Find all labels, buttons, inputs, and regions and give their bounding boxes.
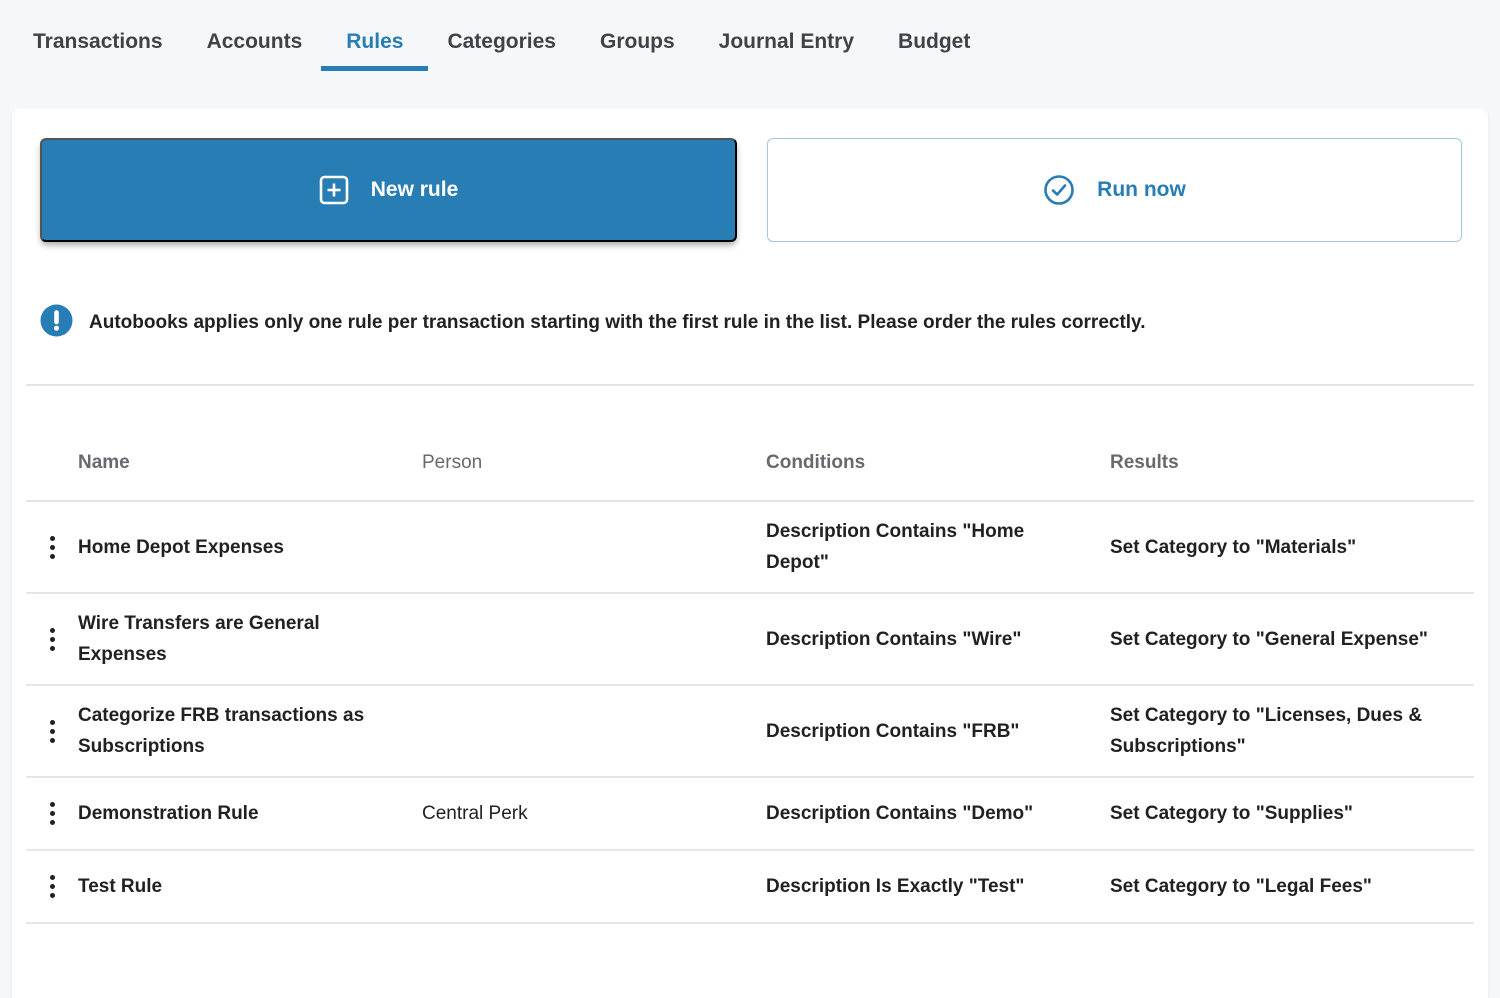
table-row[interactable]: Wire Transfers are General Expenses Desc… (26, 594, 1474, 686)
rule-results: Set Category to "Licenses, Dues & Subscr… (1110, 700, 1444, 762)
rule-results: Set Category to "Supplies" (1110, 798, 1444, 829)
run-now-label: Run now (1097, 178, 1186, 202)
plus-square-icon (319, 175, 349, 205)
tab-groups[interactable]: Groups (600, 30, 675, 87)
tab-journal-entry[interactable]: Journal Entry (719, 30, 854, 87)
top-tab-bar: Transactions Accounts Rules Categories G… (0, 0, 1500, 108)
rule-results: Set Category to "Materials" (1110, 532, 1444, 563)
drag-handle-icon[interactable] (42, 714, 63, 749)
rules-table: Name Person Conditions Results Home Depo… (26, 384, 1474, 924)
run-now-button[interactable]: Run now (767, 138, 1462, 242)
rule-conditions: Description Contains "Home Depot" (766, 516, 1110, 578)
rule-conditions: Description Contains "Wire" (766, 624, 1110, 655)
rule-name: Demonstration Rule (78, 798, 422, 829)
new-rule-button[interactable]: New rule (40, 138, 737, 242)
rule-name: Test Rule (78, 871, 422, 902)
check-circle-icon (1043, 174, 1075, 206)
tab-rules[interactable]: Rules (346, 30, 403, 87)
drag-handle-icon[interactable] (42, 869, 63, 904)
tab-budget[interactable]: Budget (898, 30, 970, 87)
info-exclamation-icon (40, 304, 73, 342)
rule-name: Wire Transfers are General Expenses (78, 608, 422, 670)
rule-conditions: Description Is Exactly "Test" (766, 871, 1110, 902)
header-person: Person (422, 452, 766, 474)
tab-accounts[interactable]: Accounts (207, 30, 303, 87)
rule-name: Categorize FRB transactions as Subscript… (78, 700, 422, 762)
table-row[interactable]: Home Depot Expenses Description Contains… (26, 502, 1474, 594)
header-results: Results (1110, 452, 1444, 474)
rules-table-header: Name Person Conditions Results (26, 384, 1474, 502)
drag-handle-icon[interactable] (42, 622, 63, 657)
header-conditions: Conditions (766, 452, 1110, 474)
drag-handle-icon[interactable] (42, 530, 63, 565)
new-rule-label: New rule (371, 178, 459, 202)
rule-name: Home Depot Expenses (78, 532, 422, 563)
table-row[interactable]: Test Rule Description Is Exactly "Test" … (26, 851, 1474, 924)
rule-conditions: Description Contains "Demo" (766, 798, 1110, 829)
rule-results: Set Category to "General Expense" (1110, 624, 1444, 655)
rules-order-notice: Autobooks applies only one rule per tran… (40, 306, 1488, 340)
notice-text: Autobooks applies only one rule per tran… (89, 312, 1146, 334)
rule-person: Central Perk (422, 798, 766, 829)
table-row[interactable]: Categorize FRB transactions as Subscript… (26, 686, 1474, 778)
tab-transactions[interactable]: Transactions (33, 30, 163, 87)
toolbar: New rule Run now (12, 108, 1488, 242)
tab-categories[interactable]: Categories (447, 30, 556, 87)
header-name: Name (78, 452, 422, 474)
rule-conditions: Description Contains "FRB" (766, 716, 1110, 747)
rule-results: Set Category to "Legal Fees" (1110, 871, 1444, 902)
table-row[interactable]: Demonstration Rule Central Perk Descript… (26, 778, 1474, 851)
drag-handle-icon[interactable] (42, 796, 63, 831)
rules-panel: New rule Run now Autobooks applies only … (12, 108, 1488, 998)
